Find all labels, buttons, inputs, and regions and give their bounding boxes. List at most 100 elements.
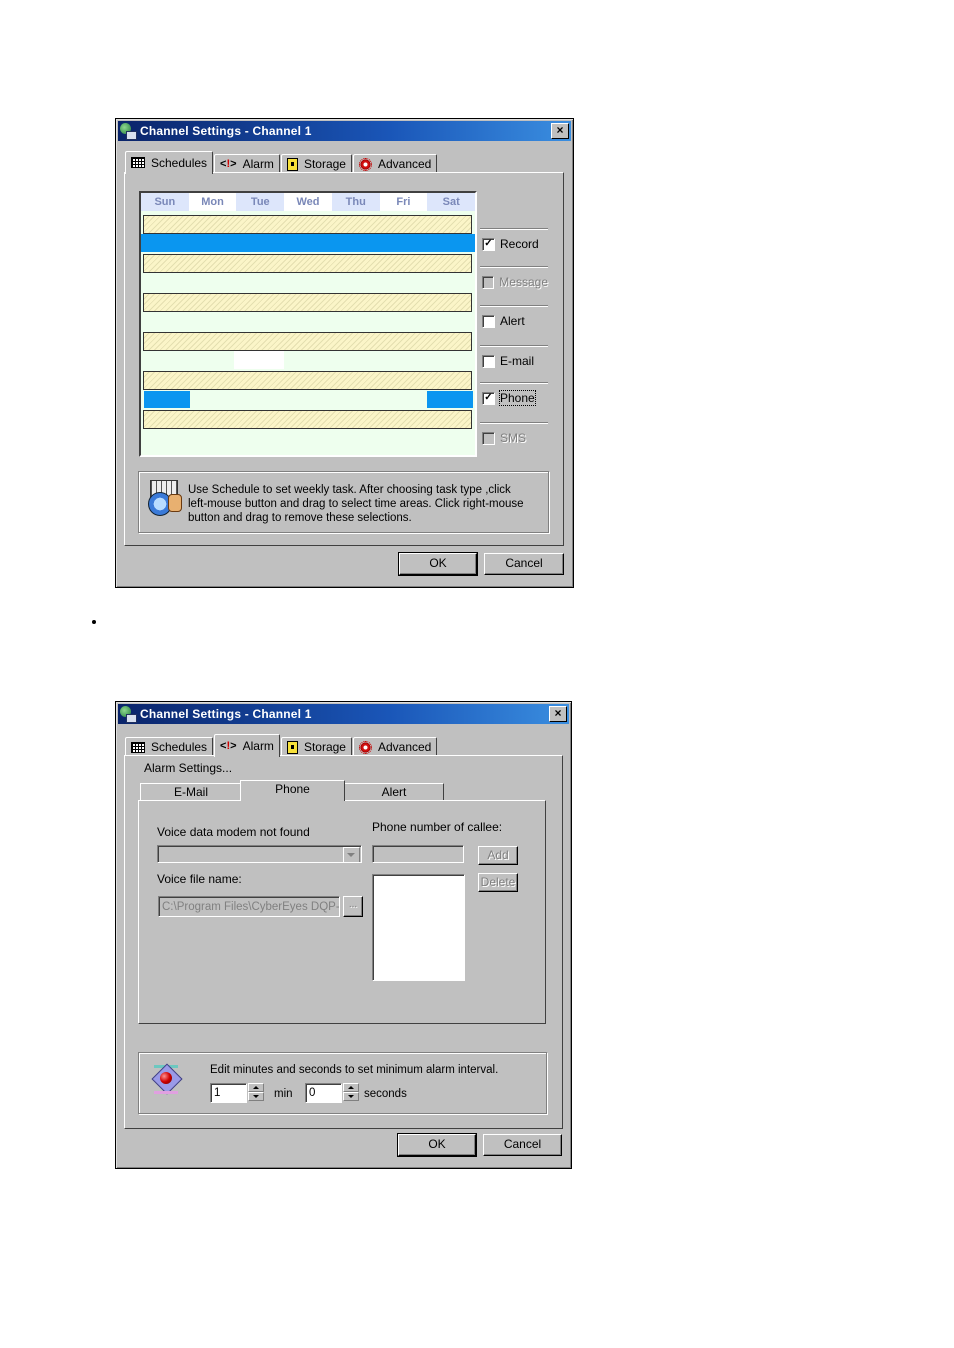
day-header: Sun Mon Tue Wed Thu Fri Sat: [141, 193, 475, 211]
schedule-row-message[interactable]: [143, 273, 473, 291]
checkbox-sms[interactable]: SMS: [478, 422, 548, 448]
seconds-unit: seconds: [364, 1088, 407, 1100]
spin-up-icon[interactable]: [343, 1083, 359, 1092]
checkbox-phone[interactable]: ✓ Phone: [478, 382, 548, 408]
day-tue: Tue: [236, 193, 285, 211]
tab-alarm[interactable]: <!> Alarm: [214, 154, 280, 173]
tab-advanced[interactable]: Advanced: [352, 737, 438, 756]
checkbox-record[interactable]: ✓ Record: [478, 228, 548, 254]
subtab-email[interactable]: E-Mail: [140, 783, 242, 801]
storage-icon: [286, 157, 298, 171]
separator: [480, 345, 548, 347]
checkbox-box[interactable]: [482, 354, 495, 368]
modem-select[interactable]: [157, 845, 362, 863]
tab-schedules[interactable]: Schedules: [125, 737, 214, 756]
browse-button[interactable]: ...: [343, 896, 363, 917]
bullet-point: [92, 620, 96, 624]
cancel-button[interactable]: Cancel: [483, 1134, 562, 1156]
checkbox-box[interactable]: ✓: [482, 391, 495, 405]
tab-label: Schedules: [151, 740, 208, 754]
minutes-spinner[interactable]: [248, 1083, 264, 1101]
gear-icon: [358, 740, 372, 754]
schedule-cell-unselected[interactable]: [234, 351, 284, 369]
ok-button[interactable]: OK: [398, 552, 478, 576]
add-button[interactable]: Add: [478, 846, 518, 865]
dialog-title: Channel Settings - Channel 1: [140, 124, 312, 138]
checkbox-box[interactable]: [482, 275, 495, 289]
cancel-button[interactable]: Cancel: [484, 553, 564, 575]
schedule-row-email[interactable]: [143, 351, 473, 369]
schedule-row-email-header[interactable]: [143, 332, 472, 351]
subtab-alert[interactable]: Alert: [344, 783, 444, 801]
alarm-icon: <!>: [220, 739, 237, 752]
delete-button[interactable]: Delete: [478, 873, 518, 892]
subtab-phone[interactable]: Phone: [240, 780, 345, 801]
day-sun: Sun: [141, 193, 189, 211]
schedule-row-alert-header[interactable]: [143, 293, 472, 312]
checkbox-alert[interactable]: Alert: [478, 305, 548, 331]
tab-alarm[interactable]: <!> Alarm: [214, 734, 280, 757]
grid-icon: [131, 741, 145, 753]
ok-button[interactable]: OK: [397, 1133, 477, 1157]
schedule-row-record[interactable]: [141, 234, 475, 252]
schedule-row-message-header[interactable]: [143, 254, 472, 273]
tab-bar: Schedules <!> Alarm Storage Advanced: [125, 151, 438, 174]
separator: [480, 228, 548, 230]
tab-advanced[interactable]: Advanced: [352, 154, 438, 173]
tab-storage[interactable]: Storage: [280, 154, 352, 173]
spin-up-icon[interactable]: [248, 1083, 264, 1092]
schedule-cell-selected-sun[interactable]: [144, 391, 190, 408]
interval-description: Edit minutes and seconds to set minimum …: [210, 1064, 499, 1076]
checkbox-label: Message: [499, 275, 548, 289]
day-mon: Mon: [188, 193, 237, 211]
separator: [480, 305, 548, 307]
tab-label: Advanced: [377, 740, 432, 754]
schedule-grid[interactable]: Sun Mon Tue Wed Thu Fri Sat: [139, 191, 477, 457]
day-fri: Fri: [379, 193, 428, 211]
voice-file-input[interactable]: C:\Program Files\CyberEyes DQP-: [158, 896, 340, 917]
schedule-row-phone[interactable]: [143, 390, 473, 408]
tab-storage[interactable]: Storage: [280, 737, 352, 756]
tab-label: Advanced: [377, 157, 432, 171]
modem-label: Voice data modem not found: [157, 825, 310, 839]
title-bar[interactable]: Channel Settings - Channel 1 ×: [118, 121, 571, 141]
schedule-row-phone-header[interactable]: [143, 371, 472, 390]
spin-down-icon[interactable]: [343, 1092, 359, 1101]
schedule-row-sms-header[interactable]: [143, 410, 472, 429]
voice-file-label: Voice file name:: [157, 872, 242, 886]
info-line: left-mouse button and drag to select tim…: [188, 498, 524, 510]
info-line: button and drag to remove these selectio…: [188, 512, 412, 524]
checkbox-box[interactable]: [482, 314, 495, 328]
close-button[interactable]: ×: [549, 706, 567, 722]
spin-down-icon[interactable]: [248, 1092, 264, 1101]
dialog-title: Channel Settings - Channel 1: [140, 707, 312, 721]
chevron-down-icon[interactable]: [343, 847, 360, 862]
tab-label: Storage: [303, 740, 346, 754]
checkbox-label: Alert: [500, 314, 525, 328]
tab-label: Storage: [303, 157, 346, 171]
tab-label: Alarm: [242, 738, 274, 753]
alarm-settings-label: Alarm Settings...: [144, 761, 233, 775]
tab-schedules[interactable]: Schedules: [125, 151, 214, 174]
checkbox-message[interactable]: Message: [478, 266, 548, 292]
gear-icon: [358, 157, 372, 171]
phone-number-list[interactable]: [372, 874, 465, 981]
schedule-row-sms[interactable]: [143, 429, 473, 447]
seconds-spinner[interactable]: [343, 1083, 359, 1101]
storage-icon: [286, 740, 298, 754]
schedule-row-alert[interactable]: [143, 312, 473, 330]
close-button[interactable]: ×: [551, 123, 569, 139]
checkbox-box[interactable]: ✓: [482, 237, 495, 251]
phone-number-input[interactable]: [372, 845, 464, 863]
schedule-row-record-header[interactable]: [143, 215, 472, 234]
app-icon: [120, 706, 137, 723]
phone-number-label: Phone number of callee:: [372, 820, 503, 834]
title-bar[interactable]: Channel Settings - Channel 1 ×: [118, 704, 569, 724]
checkbox-label: E-mail: [500, 354, 535, 368]
schedule-cell-selected-sat[interactable]: [427, 391, 473, 408]
minutes-input[interactable]: 1: [210, 1083, 247, 1103]
info-line: Use Schedule to set weekly task. After c…: [188, 484, 511, 496]
checkbox-box[interactable]: [482, 431, 495, 445]
seconds-input[interactable]: 0: [305, 1083, 342, 1103]
checkbox-email[interactable]: E-mail: [478, 345, 548, 371]
